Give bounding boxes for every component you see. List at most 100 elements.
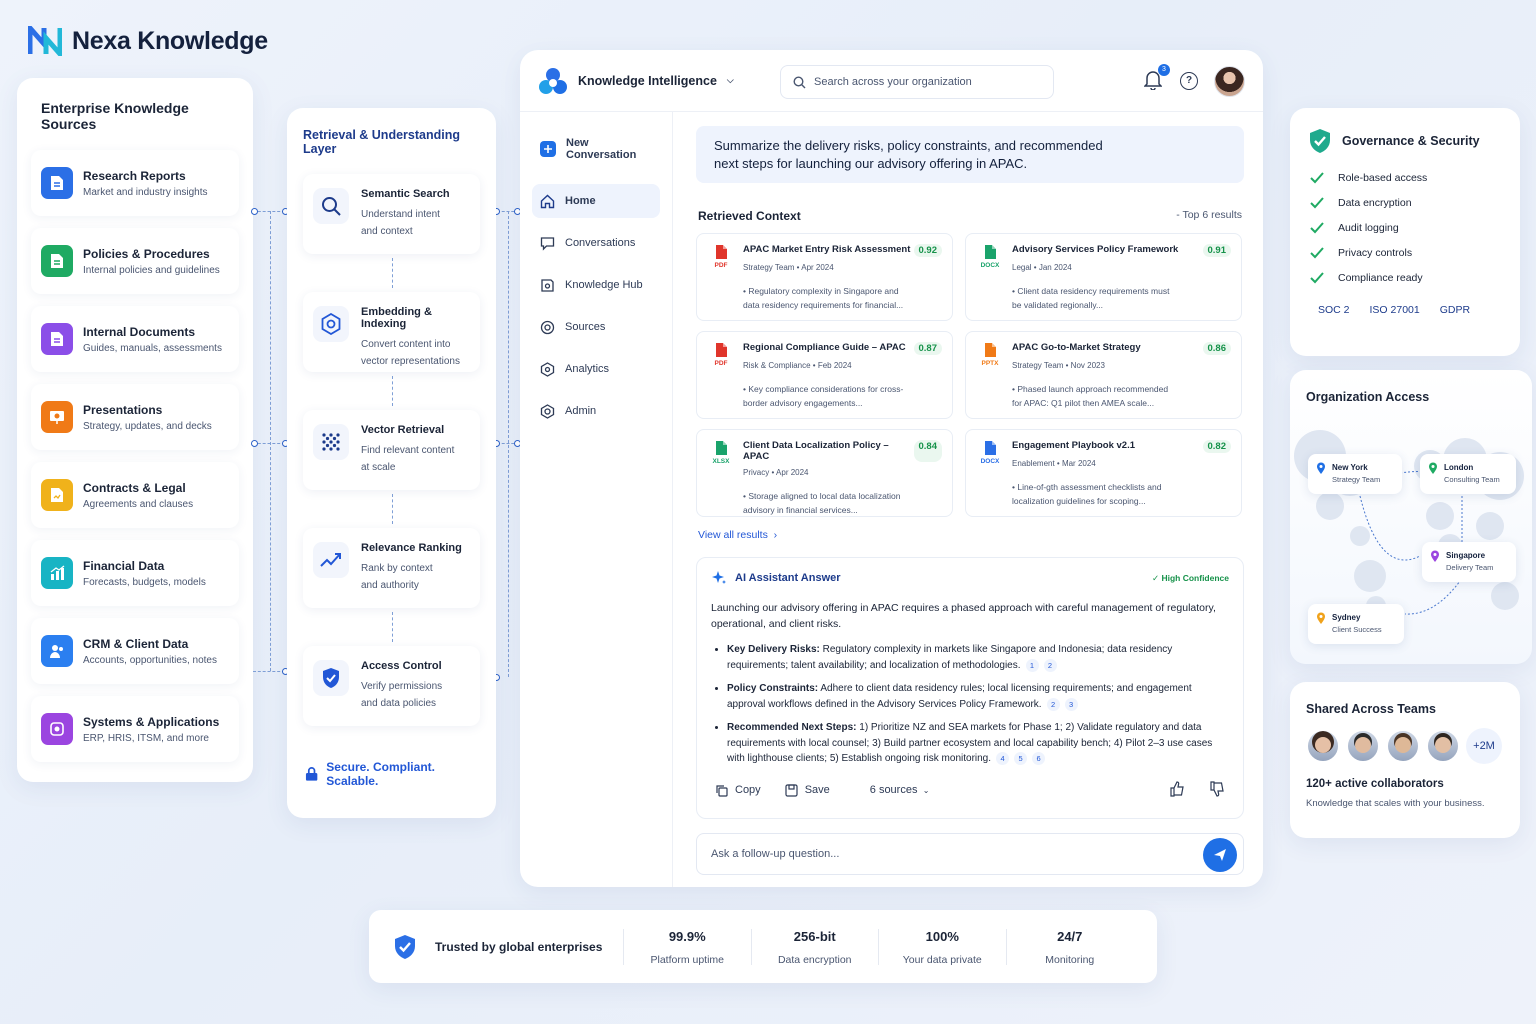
location-city: Singapore bbox=[1446, 551, 1486, 560]
certifications: SOC 2 ISO 27001 GDPR bbox=[1308, 304, 1502, 316]
query-line: next steps for launching our advisory of… bbox=[714, 156, 1028, 171]
source-item[interactable]: Policies & Procedures Internal policies a… bbox=[31, 228, 239, 294]
nav-label: Knowledge Hub bbox=[565, 279, 643, 291]
nav-home[interactable]: Home bbox=[532, 184, 660, 218]
book-icon bbox=[540, 278, 555, 293]
search-input[interactable]: Search across your organization bbox=[780, 65, 1054, 99]
nav-knowledge-hub[interactable]: Knowledge Hub bbox=[532, 268, 660, 302]
context-doc-card[interactable]: DOCX Advisory Services Policy Framework 0.… bbox=[965, 233, 1242, 321]
context-doc-card[interactable]: PDF APAC Market Entry Risk Assessment 0.92… bbox=[696, 233, 953, 321]
send-button[interactable] bbox=[1203, 838, 1237, 872]
grid-dots-icon bbox=[313, 424, 349, 460]
doc-body: Client Data Localization Policy – APAC 0.… bbox=[743, 440, 942, 515]
pipeline-step[interactable]: Semantic Search Understand intent and cont… bbox=[303, 174, 480, 288]
doc-excerpt: • Regulatory complexity in Singapore and bbox=[743, 286, 899, 296]
source-item[interactable]: Research Reports Market and industry insi… bbox=[31, 150, 239, 216]
followup-input[interactable]: Ask a follow-up question... bbox=[696, 833, 1244, 875]
location-pin-london[interactable]: London Consulting Team bbox=[1420, 454, 1516, 494]
search-placeholder: Search across your organization bbox=[814, 76, 972, 88]
step-text: Embedding & Indexing Convert content into… bbox=[361, 306, 470, 367]
doc-title: Client Data Localization Policy – APAC bbox=[743, 440, 889, 462]
context-doc-card[interactable]: PDF Regional Compliance Guide – APAC 0.87 R… bbox=[696, 331, 953, 419]
citation-badge[interactable]: 6 bbox=[1032, 752, 1046, 765]
pipeline-step[interactable]: Access Control Verify permissions and data… bbox=[303, 646, 480, 726]
source-item[interactable]: Systems & Applications ERP, HRIS, ITSM, a… bbox=[31, 696, 239, 762]
context-count[interactable]: - Top 6 results bbox=[1176, 209, 1242, 223]
analytics-icon bbox=[540, 361, 555, 377]
context-doc-card[interactable]: PPTX APAC Go-to-Market Strategy 0.86 Strate… bbox=[965, 331, 1242, 419]
source-title: Policies & Procedures bbox=[83, 246, 210, 261]
pipeline-step[interactable]: Relevance Ranking Rank by context and auth… bbox=[303, 528, 480, 642]
plus-icon bbox=[540, 141, 556, 157]
nav-admin[interactable]: Admin bbox=[532, 394, 660, 428]
step-desc: and context bbox=[361, 226, 413, 237]
location-team: Consulting Team bbox=[1444, 475, 1500, 484]
map-pin-icon bbox=[1430, 550, 1440, 574]
step-connector bbox=[391, 376, 393, 406]
thumbs-down-button[interactable] bbox=[1209, 780, 1225, 800]
workspace-switcher[interactable]: Knowledge Intelligence ⌵ bbox=[538, 67, 734, 95]
stat-value: 99.9% bbox=[668, 928, 706, 944]
citation-badge[interactable]: 1 bbox=[1025, 658, 1039, 672]
source-item[interactable]: Presentations Strategy, updates, and deck… bbox=[31, 384, 239, 450]
location-pin-sydney[interactable]: Sydney Client Success bbox=[1308, 604, 1404, 644]
sources-dropdown[interactable]: 6 sources ⌄ bbox=[870, 784, 930, 796]
save-button[interactable]: Save bbox=[785, 783, 830, 797]
help-button[interactable]: ? bbox=[1180, 72, 1198, 90]
bullet-label: Recommended Next Steps: bbox=[727, 722, 857, 733]
nav-conversations[interactable]: Conversations bbox=[532, 226, 660, 260]
doc-title-row: Engagement Playbook v2.1 0.82 bbox=[1012, 440, 1231, 453]
source-item[interactable]: Contracts & Legal Agreements and clauses bbox=[31, 462, 239, 528]
trust-stats: 99.9% Platform uptime 256-bit Data encrypti… bbox=[623, 928, 1133, 966]
view-all-results-link[interactable]: View all results › bbox=[698, 529, 1242, 541]
step-title: Vector Retrieval bbox=[361, 424, 445, 436]
governance-title: Governance & Security bbox=[1342, 134, 1480, 148]
source-subtitle: Agreements and clauses bbox=[83, 498, 194, 510]
doc-title-row: APAC Go-to-Market Strategy 0.86 bbox=[1012, 342, 1231, 355]
source-item[interactable]: CRM & Client Data Accounts, opportunities… bbox=[31, 618, 239, 684]
nav-new-conversation[interactable]: New Conversation bbox=[532, 132, 660, 166]
doc-title-row: APAC Market Entry Risk Assessment 0.92 bbox=[743, 244, 942, 257]
citation-badge[interactable]: 2 bbox=[1046, 697, 1060, 711]
file-type-label: PDF bbox=[714, 262, 728, 269]
location-pin-new-york[interactable]: New York Strategy Team bbox=[1308, 454, 1402, 494]
copy-button[interactable]: Copy bbox=[715, 784, 761, 797]
source-item[interactable]: Internal Documents Guides, manuals, asses… bbox=[31, 306, 239, 372]
map-pin-icon bbox=[1316, 462, 1326, 486]
chat-icon bbox=[540, 236, 555, 251]
map-pin-icon bbox=[1428, 462, 1438, 486]
document-icon bbox=[41, 167, 73, 199]
nav-analytics[interactable]: Analytics bbox=[532, 352, 660, 386]
doc-title: Engagement Playbook v2.1 bbox=[1012, 440, 1136, 451]
step-desc: Convert content into bbox=[361, 339, 451, 350]
citation-badge[interactable]: 5 bbox=[1014, 752, 1028, 765]
pipeline-step[interactable]: Embedding & Indexing Convert content into… bbox=[303, 292, 480, 406]
context-header: Retrieved Context - Top 6 results bbox=[698, 209, 1242, 223]
nav-sources[interactable]: Sources bbox=[532, 310, 660, 344]
doc-excerpt: • Line-of-gth assessment checklists and bbox=[1012, 482, 1162, 492]
confidence-badge: ✓ High Confidence bbox=[1152, 573, 1229, 584]
user-avatar[interactable] bbox=[1214, 66, 1245, 97]
more-collaborators-badge[interactable]: +2M bbox=[1466, 728, 1502, 764]
location-pin-singapore[interactable]: Singapore Delivery Team bbox=[1422, 542, 1516, 582]
step-desc: at scale bbox=[361, 462, 396, 473]
pipeline-step[interactable]: Vector Retrieval Find relevant content at … bbox=[303, 410, 480, 524]
location-city: New York bbox=[1332, 463, 1368, 472]
source-item[interactable]: Financial Data Forecasts, budgets, models bbox=[31, 540, 239, 606]
context-doc-card[interactable]: XLSX Client Data Localization Policy – AP… bbox=[696, 429, 953, 517]
thumbs-up-button[interactable] bbox=[1169, 780, 1185, 800]
context-doc-card[interactable]: DOCX Engagement Playbook v2.1 0.82 Enableme… bbox=[965, 429, 1242, 517]
file-type-icon: DOCX bbox=[976, 440, 1004, 506]
confidence-label: High Confidence bbox=[1161, 572, 1229, 583]
file-type-label: XLSX bbox=[712, 458, 730, 465]
doc-excerpt: advisory in financial services... bbox=[743, 505, 858, 515]
citation-badge[interactable]: 4 bbox=[996, 752, 1010, 765]
stat-label: Data encryption bbox=[777, 953, 852, 966]
notifications-button[interactable]: 3 bbox=[1143, 64, 1170, 92]
stat-label: Your data private bbox=[902, 953, 982, 966]
answer-bullet: Recommended Next Steps: 1) Prioritize NZ… bbox=[727, 720, 1229, 767]
citation-badge[interactable]: 3 bbox=[1064, 697, 1078, 711]
citation-badge[interactable]: 2 bbox=[1043, 658, 1057, 672]
hexagon-icon bbox=[313, 306, 349, 342]
trust-stat: 256-bit Data encryption bbox=[750, 928, 879, 966]
